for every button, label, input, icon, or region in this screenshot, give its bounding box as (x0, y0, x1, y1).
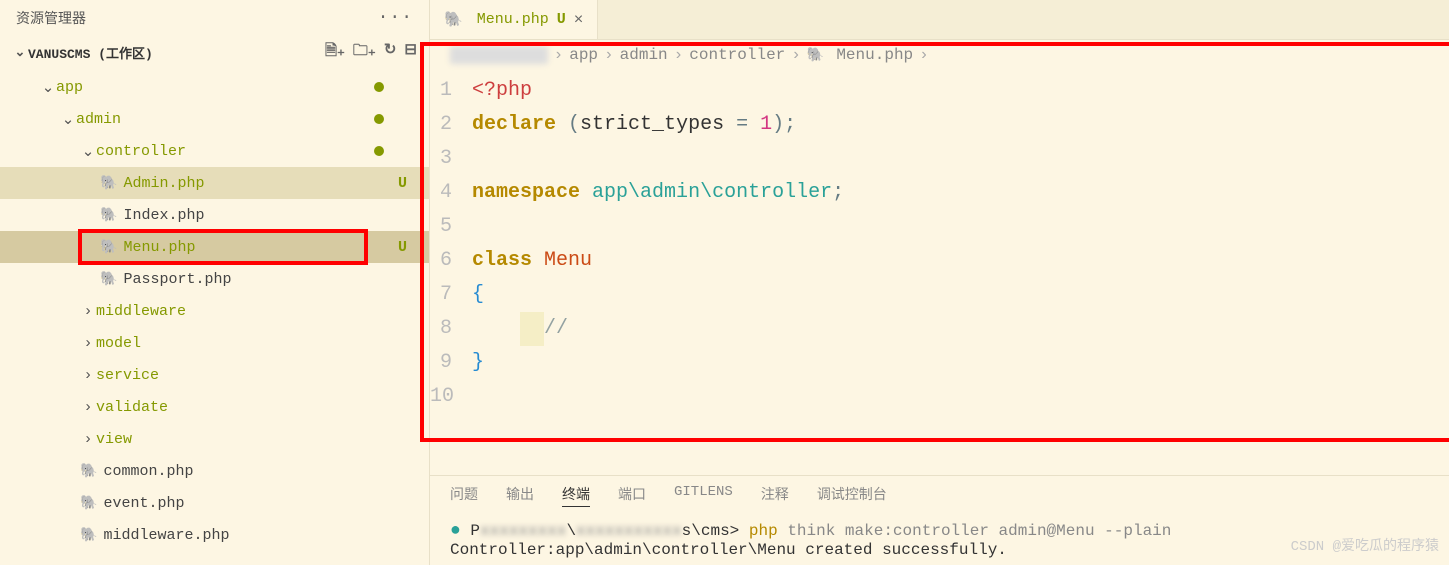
file-label: event.php (103, 495, 184, 512)
explorer-sidebar: 资源管理器 ··· ⌄ VANUSCMS (工作区) 🗎₊ 🗀₊ ↻ ⊟ ⌄ap… (0, 0, 430, 565)
file-label: middleware.php (103, 527, 229, 544)
php-icon: 🐘 (807, 47, 824, 64)
breadcrumb-blur: xxxxxx (450, 46, 548, 64)
folder-label: controller (96, 143, 186, 160)
git-status: U (398, 239, 407, 256)
php-icon: 🐘 (100, 175, 117, 192)
modified-dot-icon (374, 114, 384, 124)
line-numbers: 12345678910 (430, 74, 460, 475)
new-file-icon[interactable]: 🗎₊ (325, 40, 345, 65)
sidebar-header: 资源管理器 ··· (0, 0, 429, 36)
chevron-icon: ⌄ (40, 78, 56, 97)
folder-label: service (96, 367, 159, 384)
php-icon: 🐘 (80, 527, 97, 544)
chevron-icon: › (80, 335, 96, 352)
file-label: Admin.php (123, 175, 204, 192)
chevron-right-icon: › (791, 46, 801, 64)
code-content[interactable]: <?php declare (strict_types = 1); namesp… (460, 74, 844, 475)
chevron-icon: › (80, 431, 96, 448)
chevron-down-icon: ⌄ (12, 45, 28, 60)
tree-item-index-php[interactable]: 🐘 Index.php (0, 199, 429, 231)
tree-item-passport-php[interactable]: 🐘 Passport.php (0, 263, 429, 295)
modified-dot-icon (374, 146, 384, 156)
terminal-tab[interactable]: 终端 (562, 484, 590, 507)
tab-status: U (557, 11, 566, 28)
terminal-panel: 问题 输出 终端 端口 GITLENS 注释 调试控制台 ● Pxxxxxxxxx\xxxx… (430, 475, 1449, 565)
file-tree: ⌄app⌄admin⌄controller🐘Admin.phpU🐘Index.p… (0, 69, 429, 551)
chevron-right-icon: › (604, 46, 614, 64)
folder-label: model (96, 335, 141, 352)
chevron-right-icon: › (554, 46, 564, 64)
folder-label: middleware (96, 303, 186, 320)
file-label: Passport.php (123, 271, 231, 288)
folder-label: admin (76, 111, 121, 128)
breadcrumb[interactable]: xxxxxx › app › admin › controller › 🐘 Me… (430, 40, 1449, 70)
php-icon: 🐘 (80, 495, 97, 512)
term-output: Controller:app\admin\controller\Menu cre… (450, 541, 1007, 559)
file-label: Index.php (123, 207, 204, 224)
breadcrumb-item[interactable]: controller (689, 46, 785, 64)
php-icon: 🐘 (444, 10, 463, 29)
terminal-tab[interactable]: 问题 (450, 484, 478, 507)
terminal-tab[interactable]: 输出 (506, 484, 534, 507)
terminal-content[interactable]: ● Pxxxxxxxxx\xxxxxxxxxxxs\cms> php think… (430, 515, 1449, 565)
workspace-header[interactable]: ⌄ VANUSCMS (工作区) 🗎₊ 🗀₊ ↻ ⊟ (0, 36, 429, 69)
breadcrumb-item[interactable]: app (569, 46, 598, 64)
folder-label: app (56, 79, 83, 96)
refresh-icon[interactable]: ↻ (384, 40, 397, 65)
terminal-tab[interactable]: 端口 (618, 484, 646, 507)
folder-label: view (96, 431, 132, 448)
breadcrumb-item[interactable]: Menu.php (836, 46, 913, 64)
chevron-right-icon: › (674, 46, 684, 64)
tree-item-common-php[interactable]: 🐘 common.php (0, 455, 429, 487)
php-icon: 🐘 (100, 239, 117, 256)
terminal-tabs: 问题 输出 终端 端口 GITLENS 注释 调试控制台 (430, 476, 1449, 515)
breadcrumb-item[interactable]: admin (620, 46, 668, 64)
chevron-icon: › (80, 303, 96, 320)
chevron-icon: ⌄ (80, 142, 96, 161)
php-icon: 🐘 (80, 463, 97, 480)
chevron-icon: › (80, 367, 96, 384)
tree-item-validate[interactable]: ›validate (0, 391, 429, 423)
php-icon: 🐘 (100, 271, 117, 288)
tab-name: Menu.php (477, 11, 549, 28)
editor-main: 🐘 Menu.php U × xxxxxx › app › admin › co… (430, 0, 1449, 565)
file-label: Menu.php (123, 239, 195, 256)
more-icon[interactable]: ··· (378, 8, 413, 28)
term-path: s\cms> (682, 522, 740, 540)
tree-item-app[interactable]: ⌄app (0, 71, 429, 103)
php-icon: 🐘 (100, 207, 117, 224)
tree-item-admin[interactable]: ⌄admin (0, 103, 429, 135)
tree-item-middleware[interactable]: ›middleware (0, 295, 429, 327)
close-icon[interactable]: × (574, 11, 584, 29)
terminal-tab[interactable]: 调试控制台 (817, 484, 887, 507)
new-folder-icon[interactable]: 🗀₊ (353, 40, 376, 65)
chevron-icon: ⌄ (60, 110, 76, 129)
tree-item-view[interactable]: ›view (0, 423, 429, 455)
terminal-tab[interactable]: GITLENS (674, 484, 733, 507)
chevron-icon: › (80, 399, 96, 416)
tree-item-service[interactable]: ›service (0, 359, 429, 391)
tree-item-controller[interactable]: ⌄controller (0, 135, 429, 167)
terminal-tab[interactable]: 注释 (761, 484, 789, 507)
collapse-icon[interactable]: ⊟ (404, 40, 417, 65)
tab-bar: 🐘 Menu.php U × (430, 0, 1449, 40)
tab-menu-php[interactable]: 🐘 Menu.php U × (430, 0, 598, 39)
tree-item-middleware-php[interactable]: 🐘 middleware.php (0, 519, 429, 551)
highlight-box (78, 229, 368, 265)
folder-label: validate (96, 399, 168, 416)
tree-item-model[interactable]: ›model (0, 327, 429, 359)
chevron-right-icon: › (919, 46, 929, 64)
tree-item-admin-php[interactable]: 🐘 Admin.php U (0, 167, 429, 199)
tree-item-event-php[interactable]: 🐘 event.php (0, 487, 429, 519)
modified-dot-icon (374, 82, 384, 92)
workspace-actions: 🗎₊ 🗀₊ ↻ ⊟ (325, 40, 417, 65)
tree-item-menu-php[interactable]: 🐘 Menu.php U (0, 231, 429, 263)
workspace-name: VANUSCMS (工作区) (28, 43, 325, 62)
sidebar-title: 资源管理器 (16, 8, 378, 28)
code-editor[interactable]: 12345678910 <?php declare (strict_types … (430, 70, 1449, 475)
git-status: U (398, 175, 407, 192)
term-cmd: think make:controller admin@Menu --plain (787, 522, 1171, 540)
file-label: common.php (103, 463, 193, 480)
